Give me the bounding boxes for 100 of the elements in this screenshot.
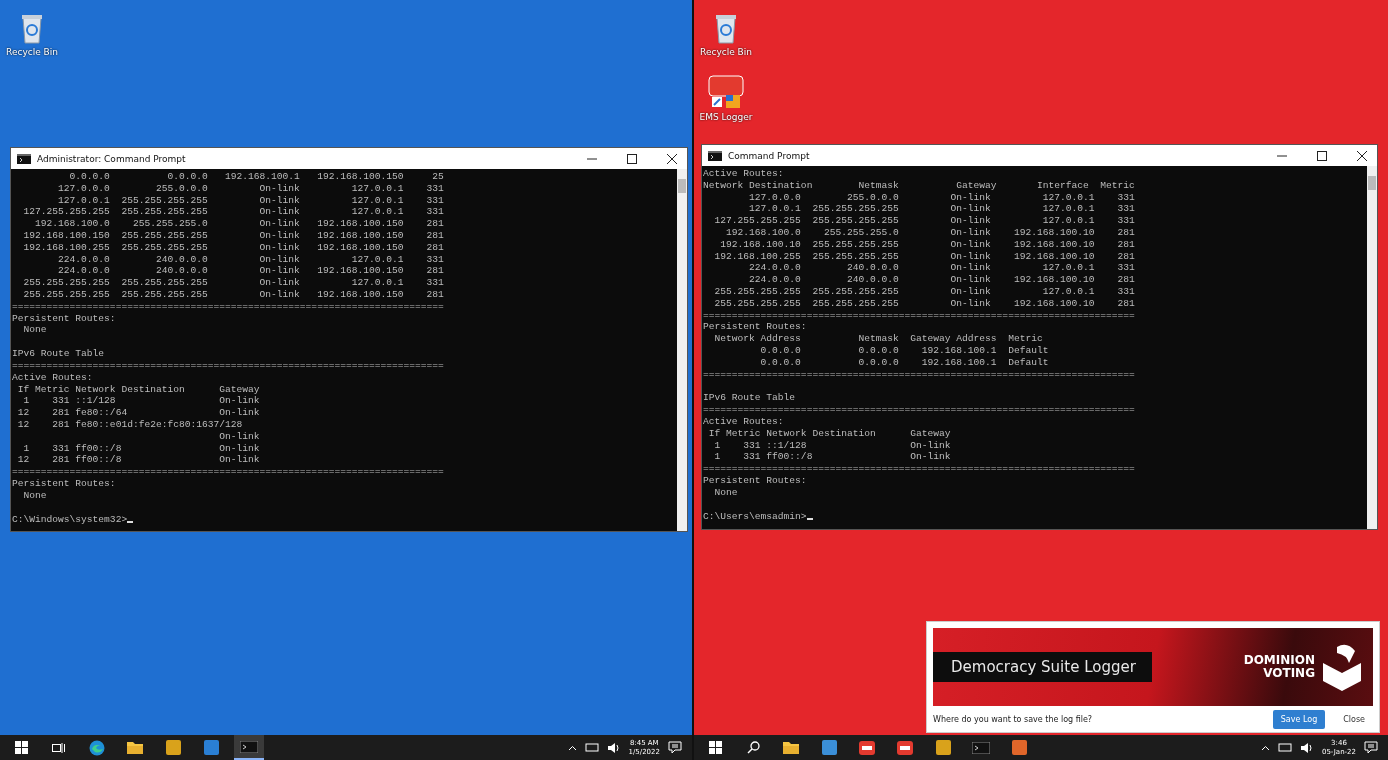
console-line: 1 331 ff00::/8 On-link [713, 451, 952, 464]
log-app-icon [859, 740, 875, 755]
console-line: 1 331 ::1/128 On-link [713, 439, 952, 452]
ballot-box-logo-icon [1321, 643, 1363, 691]
console-line: =========================================================================== [12, 466, 445, 478]
console-line: None [22, 489, 48, 502]
speaker-icon[interactable] [1299, 741, 1314, 754]
console-line: 255.255.255.255 255.255.255.255 On-link 127.0.0.1 331 [22, 277, 445, 289]
console-line: =========================================================================== [703, 463, 1136, 475]
console-line: 12 281 fe80::/64 On-link [16, 407, 261, 419]
console-line: 127.255.255.255 255.255.255.255 On-link 127.0.0.1 331 [713, 215, 1136, 227]
log-app-icon [897, 740, 913, 755]
windows-logo-icon [708, 741, 722, 754]
console-line: None [22, 324, 48, 337]
console-line: 192.168.100.150 255.255.255.255 On-link 192.168.100.150 281 [22, 230, 445, 242]
console-line: Network Destination Netmask Gateway Interface Metric [703, 179, 1136, 192]
console-line: Active Routes: [703, 415, 785, 428]
close-icon[interactable] [667, 153, 677, 164]
command-prompt-text[interactable]: C:\Windows\system32> [12, 513, 128, 526]
windows-logo-icon [14, 741, 28, 754]
console-line: 255.255.255.255 255.255.255.255 On-link 192.168.100.150 281 [22, 288, 445, 301]
close-button[interactable]: Close [1335, 709, 1373, 729]
notification-icon[interactable] [1364, 741, 1378, 754]
console-line: 12 281 fe80::e01d:fe2e:fc80:1637/128 [16, 418, 244, 431]
folder-icon [127, 741, 143, 754]
maximize-icon[interactable] [627, 153, 637, 164]
window-title: Administrator: Command Prompt [37, 153, 186, 164]
desktop-icon-label[interactable]: Recycle Bin [700, 47, 752, 57]
save-log-button[interactable]: Save Log [1272, 709, 1326, 729]
console-line: 224.0.0.0 240.0.0.0 On-link 192.168.100.10 281 [748, 274, 1136, 286]
console-icon [972, 741, 990, 754]
console-icon [240, 740, 258, 753]
desktop-icon-label[interactable]: EMS Logger [699, 112, 753, 122]
console-line: Active Routes: [12, 371, 94, 384]
console-line: 192.168.100.0 255.255.255.0 On-link 192.168.100.10 281 [725, 227, 1136, 239]
console-line: 192.168.100.10 255.255.255.255 On-link 192.168.100.10 281 [719, 238, 1136, 251]
task-view-icon [52, 741, 66, 754]
console-line: 127.0.0.0 255.0.0.0 On-link 127.0.0.1 331 [748, 191, 1136, 204]
network-icon[interactable] [1277, 742, 1292, 753]
console-line: 224.0.0.0 240.0.0.0 On-link 192.168.100.150 281 [57, 265, 445, 278]
console-line: 192.168.100.255 255.255.255.255 On-link 192.168.100.150 281 [22, 241, 445, 254]
console-icon [708, 150, 722, 161]
console-line: =========================================================================== [703, 368, 1136, 381]
dialog-message: Where do you want to save the log file? [933, 714, 1093, 724]
console-icon [17, 153, 31, 164]
console-line: =========================================================================== [703, 404, 1136, 416]
console-line: 127.0.0.0 255.0.0.0 On-link 127.0.0.1 331 [57, 182, 445, 195]
console-line: 255.255.255.255 255.255.255.255 On-link 192.168.100.10 281 [713, 297, 1136, 310]
close-icon[interactable] [1357, 150, 1367, 161]
console-line: 1 331 ::1/128 On-link [22, 395, 261, 408]
logo-text: VOTING [1263, 667, 1315, 680]
console-line: =========================================================================== [12, 359, 445, 372]
text-cursor [806, 518, 813, 521]
console-line: Persistent Routes: [12, 312, 117, 325]
speaker-icon[interactable] [606, 741, 621, 754]
console-line: Persistent Routes: [703, 321, 808, 334]
console-line: Persistent Routes: [12, 477, 117, 490]
log-app-icon[interactable] [708, 75, 744, 109]
scrollbar-thumb[interactable] [678, 179, 686, 193]
notification-icon[interactable] [668, 741, 682, 754]
console-line: =========================================================================== [703, 309, 1136, 322]
console-line: IPv6 Route Table [12, 348, 106, 360]
scrollbar[interactable] [1367, 166, 1377, 529]
folder-icon [783, 741, 799, 754]
logo-text: DOMINION [1243, 654, 1315, 667]
chevron-up-icon[interactable] [1260, 744, 1270, 751]
taskbar-button[interactable] [234, 735, 264, 760]
console-line: 0.0.0.0 0.0.0.0 192.168.100.1 Default [759, 356, 1050, 369]
browser-icon [89, 739, 105, 756]
console-line: 127.0.0.1 255.255.255.255 On-link 127.0.0.1 331 [748, 203, 1136, 216]
scrollbar[interactable] [677, 169, 687, 531]
scrollbar-thumb[interactable] [1368, 176, 1376, 190]
console-line: If Metric Network Destination Gateway [707, 427, 952, 440]
console-line: 224.0.0.0 240.0.0.0 On-link 127.0.0.1 331 [748, 262, 1136, 275]
logger-title: Democracy Suite Logger [933, 652, 1152, 682]
console-line: 1 331 ff00::/8 On-link [22, 442, 261, 455]
console-line: Active Routes: [703, 168, 785, 180]
window-title: Command Prompt [728, 150, 810, 161]
search-icon [746, 741, 760, 754]
console-line: IPv6 Route Table [703, 392, 797, 405]
chevron-up-icon[interactable] [567, 744, 577, 751]
console-line: None [713, 486, 739, 499]
console-line: Persistent Routes: [703, 474, 808, 487]
console-line: 192.168.100.255 255.255.255.255 On-link 192.168.100.10 281 [713, 250, 1136, 263]
console-line: 12 281 ff00::/8 On-link [16, 454, 261, 467]
console-line: 127.255.255.255 255.255.255.255 On-link 127.0.0.1 331 [22, 206, 445, 219]
console-line: =========================================================================== [12, 300, 445, 313]
console-line: 0.0.0.0 0.0.0.0 192.168.100.1 Default [759, 344, 1050, 357]
console-line: If Metric Network Destination Gateway [16, 383, 261, 396]
console-line: 224.0.0.0 240.0.0.0 On-link 127.0.0.1 331 [57, 253, 445, 266]
console-line: 255.255.255.255 255.255.255.255 On-link 127.0.0.1 331 [713, 285, 1136, 298]
console-line: On-link [218, 430, 261, 443]
maximize-icon[interactable] [1317, 150, 1327, 161]
command-prompt-text[interactable]: C:\Users\emsadmin> [703, 510, 807, 523]
console-line: 0.0.0.0 0.0.0.0 192.168.100.1 192.168.100.150 25 [68, 171, 445, 183]
console-line: 127.0.0.1 255.255.255.255 On-link 127.0.0.1 331 [57, 194, 445, 207]
desktop-icon-label[interactable]: Recycle Bin [6, 47, 58, 57]
network-icon[interactable] [584, 742, 599, 753]
text-cursor [127, 521, 134, 524]
console-line: 192.168.100.0 255.255.255.0 On-link 192.168.100.150 281 [34, 218, 445, 230]
